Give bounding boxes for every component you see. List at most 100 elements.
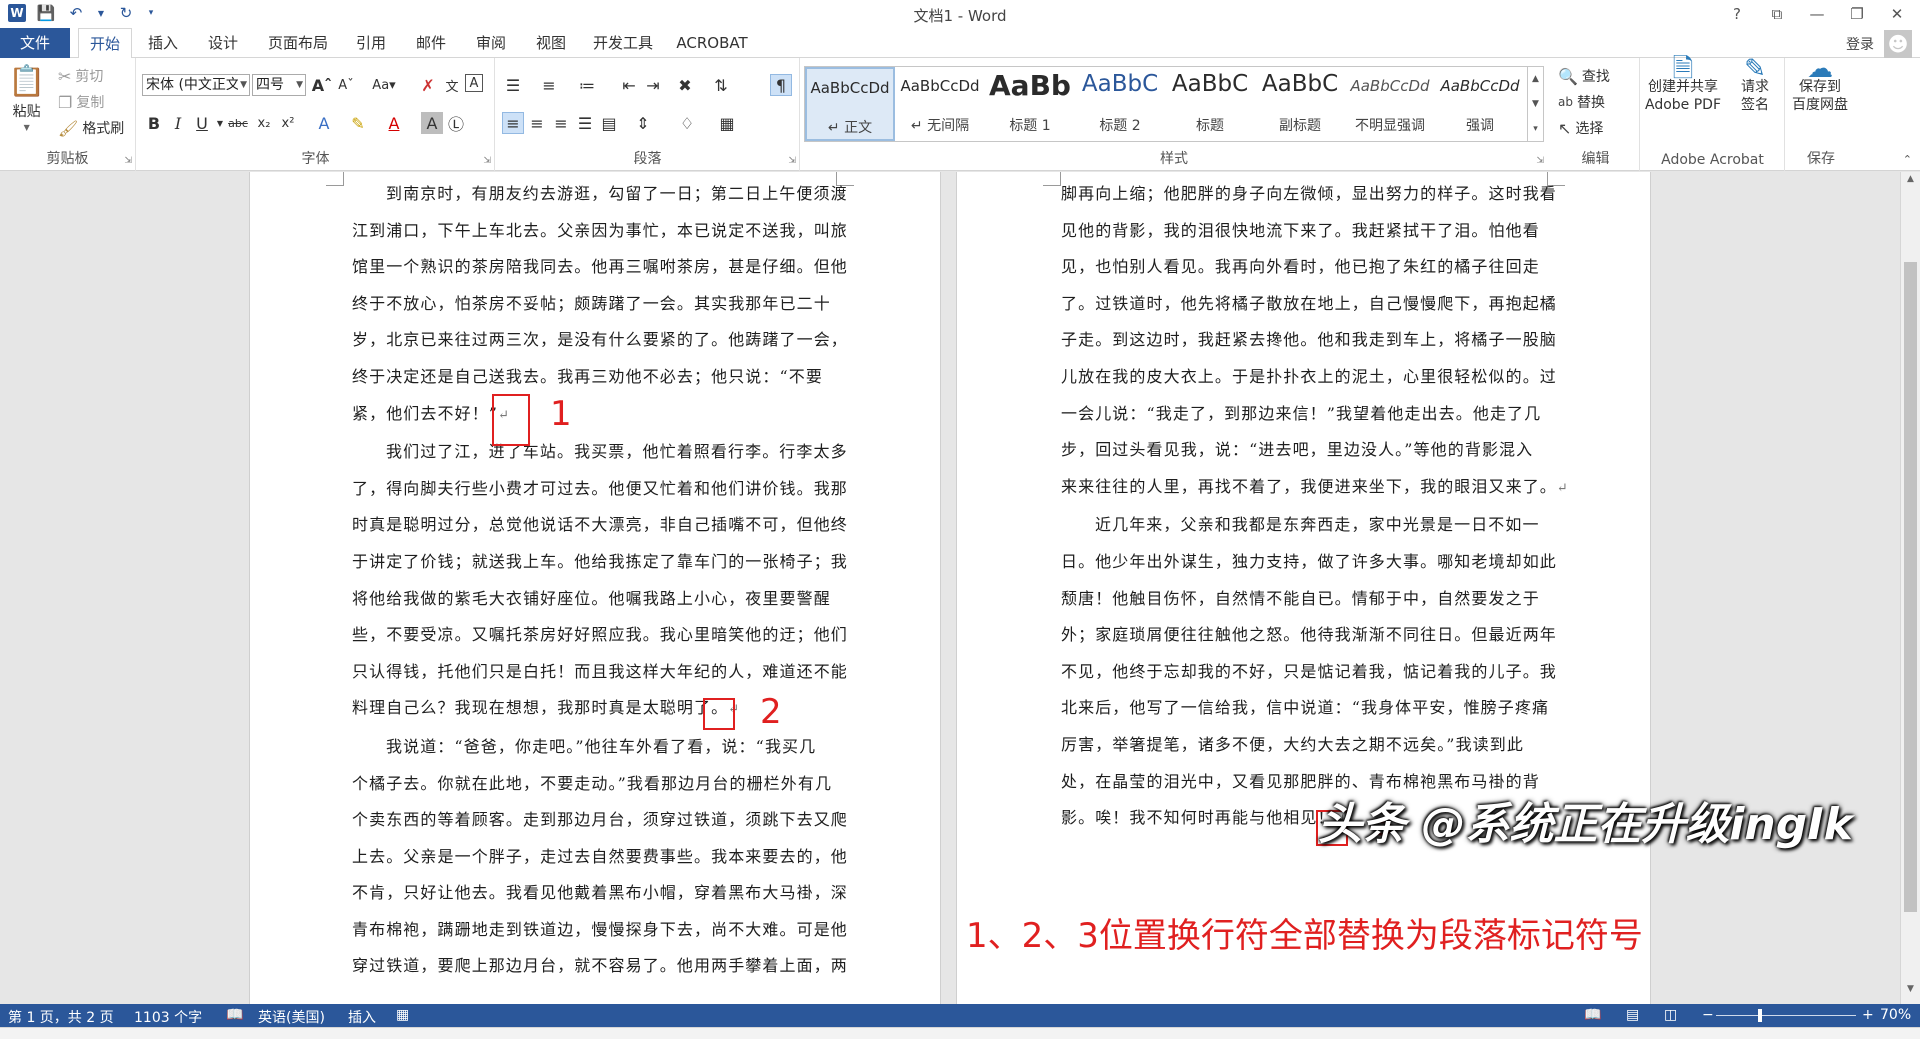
text-line[interactable]: 个橘子去。你就在此地，不要走动。”我看那边月台的栅栏外有几 xyxy=(352,766,848,803)
text-line[interactable]: 于讲定了价钱；就送我上车。他给我拣定了靠车门的一张椅子；我 xyxy=(352,544,848,581)
chevron-up-icon[interactable]: ▲ xyxy=(1532,74,1539,84)
text-line[interactable]: 青布棉袍，蹒跚地走到铁道边，慢慢探身下去，尚不大难。可是他 xyxy=(352,912,848,949)
increase-indent-icon[interactable]: ⇥ xyxy=(642,74,664,96)
tab-view[interactable]: 视图 xyxy=(528,28,574,58)
language[interactable]: 英语(美国) xyxy=(258,1007,325,1027)
insert-mode[interactable]: 插入 xyxy=(348,1007,376,1027)
zoom-in-icon[interactable]: + xyxy=(1862,1007,1874,1023)
shading-icon[interactable]: ♢ xyxy=(676,112,698,134)
cut-button[interactable]: ✂ 剪切 xyxy=(58,66,103,86)
italic-icon[interactable]: I xyxy=(167,112,189,134)
customize-icon[interactable]: ▾ xyxy=(146,3,156,23)
tab-developer[interactable]: 开发工具 xyxy=(588,28,658,58)
chevron-down-icon[interactable]: ▼ xyxy=(96,3,106,23)
tab-acrobat[interactable]: ACROBAT xyxy=(672,28,752,58)
text-line[interactable]: 子走。到这边时，我赶紧去搀他。他和我走到车上，将橘子一股脑 xyxy=(1061,322,1569,359)
style-heading-1[interactable]: AaBb 标题 1 xyxy=(985,67,1075,141)
text-line[interactable]: 上去。父亲是一个胖子，走过去自然要费事些。我本来要去的，他 xyxy=(352,839,848,876)
scroll-up-icon[interactable]: ▲ xyxy=(1901,174,1920,192)
text-line[interactable]: 馆里一个熟识的茶房陪我同去。他再三嘱咐茶房，甚是仔细。但他 xyxy=(352,249,848,286)
text-line[interactable]: 将他给我做的紫毛大衣铺好座位。他嘱我路上小心，夜里要警醒 xyxy=(352,581,848,618)
tab-home[interactable]: 开始 xyxy=(78,28,132,59)
save-to-baidu-button[interactable]: ☁ 保存到 百度网盘 xyxy=(1792,56,1848,114)
highlight-color-icon[interactable]: ✎ xyxy=(347,112,369,134)
borders-icon[interactable]: ▦ xyxy=(716,112,738,134)
line-spacing-icon[interactable]: ⇕ xyxy=(632,112,654,134)
change-case-icon[interactable]: Aa▾ xyxy=(369,74,399,96)
decrease-indent-icon[interactable]: ⇤ xyxy=(618,74,640,96)
multilevel-list-icon[interactable]: ≔ xyxy=(576,74,598,96)
tab-insert[interactable]: 插入 xyxy=(140,28,186,58)
word-icon[interactable]: W xyxy=(8,4,26,22)
text-line[interactable]: 见他的背影，我的泪很快地流下来了。我赶紧拭干了泪。怕他看 xyxy=(1061,213,1569,250)
scroll-down-icon[interactable]: ▼ xyxy=(1901,984,1920,1002)
chinese-layout-icon[interactable]: ✖ xyxy=(674,74,696,96)
text-line[interactable]: 近几年来，父亲和我都是东奔西走，家中光景是一日不如一 xyxy=(1061,507,1569,544)
dialog-launcher-icon[interactable]: ⇲ xyxy=(1536,156,1544,166)
tab-references[interactable]: 引用 xyxy=(348,28,394,58)
tab-design[interactable]: 设计 xyxy=(200,28,246,58)
align-right-icon[interactable]: ≡ xyxy=(550,112,572,134)
print-layout-icon[interactable]: ▤ xyxy=(1626,1007,1639,1023)
zoom-slider[interactable] xyxy=(1716,1015,1856,1016)
text-line[interactable]: 只认得钱，托他们只是白托！而且我这样大年纪的人，难道还不能 xyxy=(352,654,848,691)
request-signature-button[interactable]: ✎ 请求 签名 xyxy=(1741,56,1769,114)
macro-icon[interactable]: ▦ xyxy=(396,1007,409,1023)
text-line[interactable]: 日。他少年出外谋生，独力支持，做了许多大事。哪知老境却如此 xyxy=(1061,544,1569,581)
tab-mailings[interactable]: 邮件 xyxy=(408,28,454,58)
text-line[interactable]: 外；家庭琐屑便往往触他之怒。他待我渐渐不同往日。但最近两年 xyxy=(1061,617,1569,654)
style-subtitle[interactable]: AaBbC 副标题 xyxy=(1255,67,1345,141)
text-line[interactable]: 来来往往的人里，再找不着了，我便进来坐下，我的眼泪又来了。↵ xyxy=(1061,469,1569,508)
bullets-icon[interactable]: ☰ xyxy=(502,74,524,96)
phonetic-guide-icon[interactable]: 文 xyxy=(441,74,463,96)
more-styles-icon[interactable]: ▾ xyxy=(1533,124,1538,134)
enclose-characters-icon[interactable]: Ⓛ xyxy=(445,112,467,134)
styles-scroll[interactable]: ▲ ▼ ▾ xyxy=(1527,67,1543,141)
character-shading-icon[interactable]: A xyxy=(421,112,443,134)
paste-button[interactable]: 📋 粘贴 ▼ xyxy=(8,64,45,132)
text-line[interactable]: 终于决定还是自己送我去。我再三劝他不必去；他只说：“不要 xyxy=(352,359,848,396)
align-left-icon[interactable]: ≡ xyxy=(502,112,524,134)
strikethrough-icon[interactable]: abc xyxy=(227,112,249,134)
subscript-icon[interactable]: x₂ xyxy=(253,112,275,134)
sort-icon[interactable]: ⇅ xyxy=(710,74,732,96)
align-center-icon[interactable]: ≡ xyxy=(526,112,548,134)
text-line[interactable]: 儿放在我的皮大衣上。于是扑扑衣上的泥土，心里很轻松似的。过 xyxy=(1061,359,1569,396)
vertical-scrollbar[interactable]: ▲ ▼ xyxy=(1900,172,1920,1004)
text-line[interactable]: 穿过铁道，要爬上那边月台，就不容易了。他用两手攀着上面，两 xyxy=(352,948,848,985)
superscript-icon[interactable]: x² xyxy=(277,112,299,134)
format-painter-button[interactable]: 🖌 格式刷 xyxy=(58,118,124,138)
justify-icon[interactable]: ☰ xyxy=(574,112,596,134)
find-button[interactable]: 🔍 查找 xyxy=(1558,66,1610,86)
text-line[interactable]: 我们过了江，进了车站。我买票，他忙着照看行李。行李太多 xyxy=(352,434,848,471)
style-subtle-emphasis[interactable]: AaBbCcDd 不明显强调 xyxy=(1345,67,1435,141)
help-icon[interactable]: ? xyxy=(1720,2,1754,26)
dialog-launcher-icon[interactable]: ⇲ xyxy=(788,156,796,166)
style-no-spacing[interactable]: AaBbCcDd ↵ 无间隔 xyxy=(895,67,985,141)
style-title[interactable]: AaBbC 标题 xyxy=(1165,67,1255,141)
save-icon[interactable]: 💾 xyxy=(36,3,56,23)
text-line[interactable]: 些，不要受凉。又嘱托茶房好好照应我。我心里暗笑他的迂；他们 xyxy=(352,617,848,654)
zoom-slider-thumb[interactable] xyxy=(1758,1009,1762,1022)
text-line[interactable]: 颓唐！他触目伤怀，自然情不能自已。情郁于中，自然要发之于 xyxy=(1061,581,1569,618)
text-line[interactable]: 脚再向上缩；他肥胖的身子向左微倾，显出努力的样子。这时我看 xyxy=(1061,176,1569,213)
text-line[interactable]: 了。过铁道时，他先将橘子散放在地上，自己慢慢爬下，再抱起橘 xyxy=(1061,286,1569,323)
text-line[interactable]: 一会儿说：“我走了，到那边来信！”我望着他走出去。他走了几 xyxy=(1061,396,1569,433)
style-heading-2[interactable]: AaBbC 标题 2 xyxy=(1075,67,1165,141)
web-layout-icon[interactable]: ◫ xyxy=(1664,1007,1677,1023)
font-name-combo[interactable]: 宋体 (中文正文) ▼ xyxy=(142,74,250,96)
numbering-icon[interactable]: ≡ xyxy=(538,74,560,96)
font-size-combo[interactable]: 四号 ▼ xyxy=(252,74,306,96)
dialog-launcher-icon[interactable]: ⇲ xyxy=(124,156,132,166)
page-2-text[interactable]: 脚再向上缩；他肥胖的身子向左微倾，显出努力的样子。这时我看 见他的背影，我的泪很快… xyxy=(1061,176,1569,839)
show-paragraph-marks-icon[interactable]: ¶ xyxy=(770,74,792,96)
bold-icon[interactable]: B xyxy=(143,112,165,134)
page-1-text[interactable]: 到南京时，有朋友约去游逛，勾留了一日；第二日上午便须渡 江到浦口，下午上车北去。父… xyxy=(352,176,848,985)
sign-in-link[interactable]: 登录 xyxy=(1846,34,1874,54)
text-line[interactable]: 岁，北京已来往过两三次，是没有什么要紧的了。他踌躇了一会， xyxy=(352,322,848,359)
tab-layout[interactable]: 页面布局 xyxy=(262,28,334,58)
create-pdf-button[interactable]: 🗎 创建并共享 Adobe PDF xyxy=(1645,56,1721,114)
text-line[interactable]: 终于不放心，怕茶房不妥帖；颇踌躇了一会。其实我那年已二十 xyxy=(352,286,848,323)
page-count[interactable]: 第 1 页，共 2 页 xyxy=(8,1007,114,1027)
read-mode-icon[interactable]: 📖 xyxy=(1584,1007,1601,1023)
